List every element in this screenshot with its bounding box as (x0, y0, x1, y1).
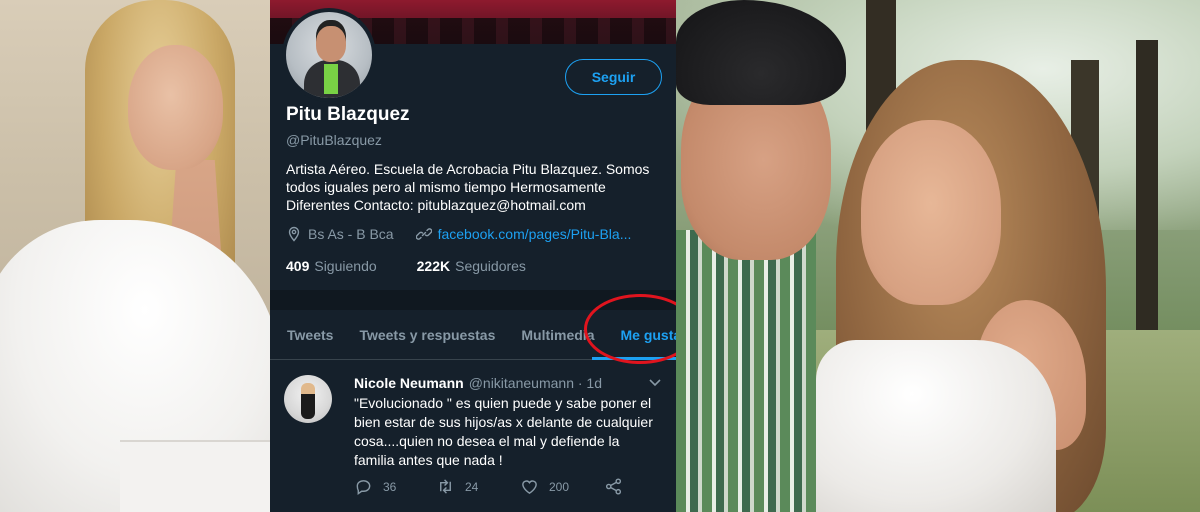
followers-count: 222K (416, 258, 451, 274)
tweet-card[interactable]: Nicole Neumann @nikitaneumann · 1d "Evol… (270, 361, 676, 512)
twitter-profile-panel: Seguir Pitu Blazquez @PituBlazquez Artis… (270, 0, 676, 512)
share-action[interactable] (604, 477, 633, 496)
photo-face (128, 45, 223, 170)
following-label: Siguiendo (314, 258, 377, 274)
retweet-count: 24 (465, 479, 479, 494)
photo-tree (1136, 40, 1158, 360)
like-count: 200 (549, 479, 570, 494)
tweet-text: "Evolucionado " es quien puede y sabe po… (354, 395, 653, 468)
profile-bio: Artista Aéreo. Escuela de Acrobacia Pitu… (286, 161, 650, 213)
profile-avatar[interactable] (282, 8, 376, 102)
retweet-icon (440, 479, 451, 494)
left-photo-woman (0, 0, 270, 512)
tab-tweets[interactable]: Tweets (270, 327, 346, 343)
location-pin-icon (288, 226, 300, 242)
chevron-down-icon[interactable] (648, 378, 662, 388)
share-icon (605, 478, 622, 495)
like-action[interactable]: 200 (520, 477, 569, 496)
profile-location: Bs As - B Bca (308, 226, 394, 242)
profile-link[interactable]: facebook.com/pages/Pitu-Bla... (438, 226, 632, 242)
tab-tweets-replies[interactable]: Tweets y respuestas (346, 327, 508, 343)
heart-icon (522, 480, 537, 494)
profile-name: Pitu Blazquez (286, 104, 410, 125)
profile-meta: Bs As - B Bca facebook.com/pages/Pitu-Bl… (286, 226, 631, 242)
tweet-author-handle: @nikitaneumann · 1d (468, 375, 602, 391)
tweet-actions: 36 24 200 (354, 477, 654, 497)
photo-man-shirt (676, 230, 816, 512)
photo-skirt (120, 440, 270, 512)
followers-label: Seguidores (455, 258, 526, 274)
retweet-action[interactable]: 24 (436, 477, 478, 496)
reply-action[interactable]: 36 (354, 477, 396, 496)
following-count: 409 (286, 258, 310, 274)
photo-woman-face (861, 120, 1001, 305)
link-icon (415, 228, 432, 240)
photo-woman-top (816, 340, 1056, 512)
followers-stat[interactable]: 222K Seguidores (417, 258, 526, 274)
reply-icon (356, 480, 371, 496)
right-photo-couple (676, 0, 1200, 512)
tweet-header: Nicole Neumann @nikitaneumann · 1d (354, 375, 602, 391)
follow-button[interactable]: Seguir (565, 59, 662, 95)
following-stat[interactable]: 409 Siguiendo (286, 258, 377, 274)
reply-count: 36 (383, 479, 397, 494)
tweet-author-avatar[interactable] (284, 375, 332, 423)
profile-handle: @PituBlazquez (286, 132, 382, 148)
tweet-author-name[interactable]: Nicole Neumann (354, 375, 464, 391)
profile-stats: 409 Siguiendo 222K Seguidores (286, 258, 566, 274)
